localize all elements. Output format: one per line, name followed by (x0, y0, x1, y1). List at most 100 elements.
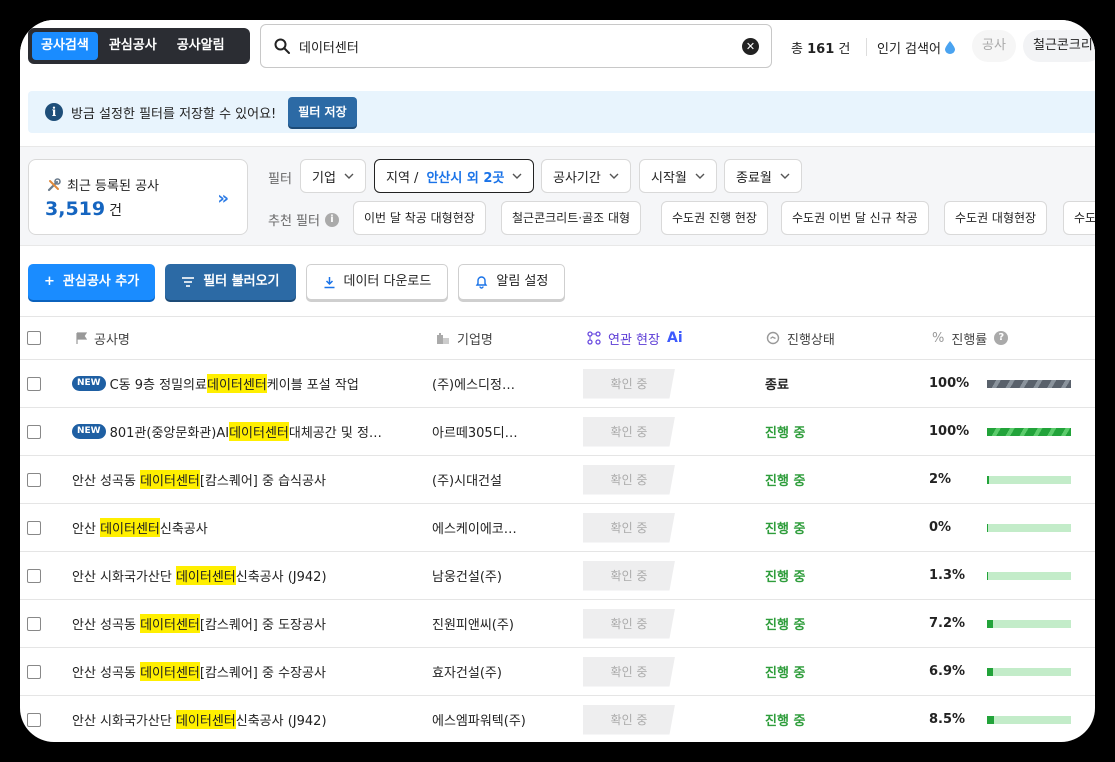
project-name[interactable]: NEW 801관(중앙문화관)AI 데이터센터 대체공간 및 정… (72, 408, 382, 455)
recommended-chip[interactable]: 수도권 (1063, 201, 1095, 235)
filter-area: 최근 등록된 공사 3,519 건 » 필터 기업 지역 / 안산시 외 2곳 공… (20, 146, 1095, 246)
filter-start-month[interactable]: 시작월 (639, 159, 717, 193)
row-checkbox[interactable] (27, 616, 41, 631)
recent-projects-card[interactable]: 최근 등록된 공사 3,519 건 » (28, 159, 248, 235)
project-name[interactable]: 안산 데이터센터 신축공사 (72, 504, 208, 551)
action-bar: + 관심공사 추가 필터 불러오기 데이터 다운로드 알림 설정 (28, 264, 566, 300)
status-text: 진행 중 (765, 426, 806, 441)
tab-interest[interactable]: 관심공사 (100, 32, 166, 60)
project-name[interactable]: 안산 시화국가산단 데이터센터 신축공사 (J942) (72, 696, 327, 742)
new-badge: NEW (72, 424, 106, 439)
progress-fill (987, 571, 989, 580)
search-input[interactable] (299, 38, 742, 54)
double-chevron-right-icon: » (217, 188, 229, 209)
project-name[interactable]: 안산 성곡동 데이터센터 [캄스퀘어] 중 수장공사 (72, 648, 326, 695)
recommended-chip[interactable]: 수도권 진행 현장 (661, 201, 768, 235)
table-row[interactable]: 안산 시화국가산단 데이터센터 신축공사 (J942) 남웅건설(주) 확인 중 진행 … (20, 552, 1095, 600)
progress-value: 6.9% (929, 664, 966, 679)
company-name: 남웅건설(주) (432, 570, 502, 585)
filter-region[interactable]: 지역 / 안산시 외 2곳 (374, 159, 535, 193)
info-icon: i (45, 103, 63, 121)
company-name: (주)시대건설 (432, 474, 502, 489)
progress-bar (987, 571, 1071, 580)
notice-text: 방금 설정한 필터를 저장할 수 있어요! (71, 106, 277, 122)
chevron-down-icon (695, 173, 705, 179)
filter-period[interactable]: 공사기간 (541, 159, 631, 193)
status-text: 진행 중 (765, 570, 806, 585)
row-checkbox[interactable] (27, 520, 41, 535)
project-name[interactable]: 안산 시화국가산단 데이터센터 신축공사 (J942) (72, 552, 327, 599)
select-all-checkbox[interactable] (27, 331, 41, 345)
progress-bar (987, 523, 1071, 532)
recommended-chip[interactable]: 수도권 이번 달 신규 착공 (781, 201, 929, 235)
table-row[interactable]: 안산 성곡동 데이터센터 [캄스퀘어] 중 수장공사 효자건설(주) 확인 중 진행 중… (20, 648, 1095, 696)
table-row[interactable]: NEW 801관(중앙문화관)AI 데이터센터 대체공간 및 정… 아르떼305디… 확인… (20, 408, 1095, 456)
load-filter-button[interactable]: 필터 불러오기 (165, 264, 296, 300)
progress-bar (987, 619, 1071, 628)
popular-label: 인기 검색어 (877, 42, 941, 57)
table-row[interactable]: NEW C동 9층 정밀의료 데이터센터 케이블 포설 작업 (주)에스디정… 확인 중 종… (20, 360, 1095, 408)
status-text: 진행 중 (765, 474, 806, 489)
info-icon[interactable]: i (324, 212, 339, 227)
filter-icon (182, 277, 195, 287)
table-row[interactable]: 안산 성곡동 데이터센터 [캄스퀘어] 중 습식공사 (주)시대건설 확인 중 진행 중… (20, 456, 1095, 504)
clear-search-icon[interactable]: ✕ (742, 37, 759, 55)
col-name[interactable]: 공사명 (76, 317, 130, 359)
project-name[interactable]: 안산 성곡동 데이터센터 [캄스퀘어] 중 습식공사 (72, 456, 326, 503)
keyword-highlight: 데이터센터 (175, 710, 236, 729)
results-table: 공사명 기업명 연관 현장 Ai 진행상태 % 진행률 ? NEW C동 9층 정… (20, 316, 1095, 742)
download-data-button[interactable]: 데이터 다운로드 (305, 264, 449, 300)
progress-value: 2% (929, 472, 952, 487)
project-name[interactable]: NEW C동 9층 정밀의료 데이터센터 케이블 포설 작업 (72, 360, 359, 407)
status-text: 종료 (765, 378, 789, 393)
add-interest-button[interactable]: + 관심공사 추가 (28, 264, 156, 300)
recommended-chip[interactable]: 수도권 대형현장 (944, 201, 1048, 235)
popular-chip[interactable]: 철근콘크리 (1023, 30, 1095, 62)
top-bar: 공사검색 관심공사 공사알림 ✕ 총 161 건 인기 검색어 공사 철근콘크리 (20, 20, 1095, 86)
chevron-down-icon (780, 173, 790, 179)
result-count: 총 161 건 (791, 42, 851, 57)
recent-count: 3,519 건 (45, 198, 122, 220)
related-site-status: 확인 중 (583, 416, 675, 447)
status-text: 진행 중 (765, 618, 806, 633)
popular-chip[interactable]: 공사 (972, 30, 1016, 62)
row-checkbox[interactable] (27, 472, 41, 487)
col-company[interactable]: 기업명 (436, 317, 493, 359)
tools-icon (47, 177, 61, 191)
table-row[interactable]: 안산 성곡동 데이터센터 [캄스퀘어] 중 도장공사 진원피앤씨(주) 확인 중 진행 … (20, 600, 1095, 648)
related-site-status: 확인 중 (583, 464, 675, 495)
col-related[interactable]: 연관 현장 Ai (587, 317, 683, 359)
keyword-highlight: 데이터센터 (140, 470, 200, 489)
related-site-status: 확인 중 (583, 608, 675, 639)
tab-alerts[interactable]: 공사알림 (168, 32, 234, 60)
project-name[interactable]: 안산 성곡동 데이터센터 [캄스퀘어] 중 도장공사 (72, 600, 326, 647)
recommended-chip[interactable]: 이번 달 착공 대형현장 (353, 201, 486, 235)
tab-search[interactable]: 공사검색 (32, 32, 98, 60)
progress-value: 1.3% (929, 568, 966, 583)
chevron-down-icon (609, 173, 619, 179)
popular-search: 인기 검색어 (877, 38, 955, 57)
filter-company[interactable]: 기업 (300, 159, 366, 193)
keyword-highlight: 데이터센터 (175, 566, 236, 585)
ai-badge: Ai (666, 330, 683, 346)
row-checkbox[interactable] (27, 568, 41, 583)
row-checkbox[interactable] (27, 424, 41, 439)
table-row[interactable]: 안산 데이터센터 신축공사 에스케이에코… 확인 중 진행 중 0% (20, 504, 1095, 552)
company-name: 효자건설(주) (432, 666, 502, 681)
col-status[interactable]: 진행상태 (766, 317, 835, 359)
row-checkbox[interactable] (27, 712, 41, 727)
company-name: 에스엠파워텍(주) (432, 714, 526, 729)
save-filter-button[interactable]: 필터 저장 (288, 97, 357, 127)
progress-bar (987, 379, 1071, 388)
col-progress[interactable]: % 진행률 ? (932, 317, 1009, 359)
table-row[interactable]: 안산 시화국가산단 데이터센터 신축공사 (J942) 에스엠파워텍(주) 확인 중 진… (20, 696, 1095, 742)
mode-tabs: 공사검색 관심공사 공사알림 (28, 28, 250, 64)
row-checkbox[interactable] (27, 376, 41, 391)
help-icon[interactable]: ? (994, 331, 1009, 345)
status-text: 진행 중 (765, 714, 806, 729)
company-name: (주)에스디정… (432, 378, 515, 393)
filter-end-month[interactable]: 종료월 (724, 159, 802, 193)
recommended-chip[interactable]: 철근콘크리트·골조 대형 (501, 201, 642, 235)
alert-settings-button[interactable]: 알림 설정 (458, 264, 566, 300)
row-checkbox[interactable] (27, 664, 41, 679)
